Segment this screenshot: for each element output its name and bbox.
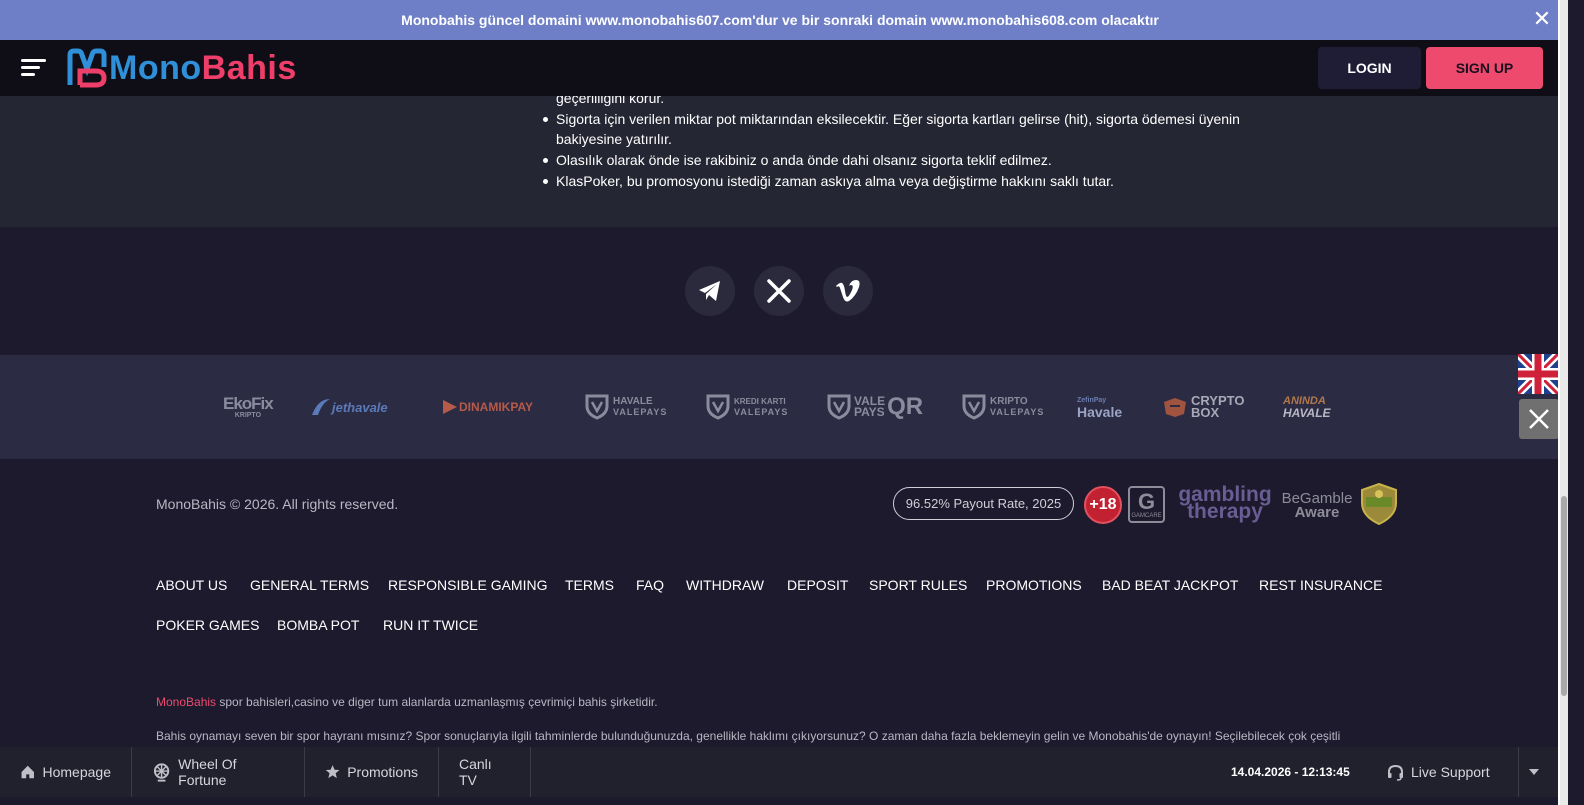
close-icon	[1529, 409, 1549, 429]
payment-zefinpay-havale: ZefinPay Havale	[1077, 396, 1123, 420]
payment-kredi-karti-valepays: KREDI KARTI VALEPAYS	[706, 392, 788, 422]
rule-item: KlasPoker, bu promosyonu istediği zaman …	[543, 171, 1296, 192]
rule-item: geçerliliğini korur.	[556, 96, 665, 106]
footer-link-terms[interactable]: TERMS	[565, 577, 614, 593]
logo[interactable]: MonoBahis	[66, 46, 297, 90]
gambling-therapy-logo[interactable]: gambling therapy	[1177, 484, 1273, 522]
wheel-icon	[153, 763, 170, 782]
valepays-shield-icon	[585, 394, 609, 420]
menu-icon[interactable]	[21, 57, 46, 79]
payment-kripto-valepays: KRIPTO VALEPAYS	[962, 392, 1044, 422]
age-restriction-badge: +18	[1084, 486, 1122, 524]
bottom-nav-homepage[interactable]: Homepage	[0, 747, 132, 797]
bottom-nav-wheel-of-fortune[interactable]: Wheel Of Fortune	[132, 747, 305, 797]
headset-icon	[1388, 764, 1403, 781]
copyright-text: MonoBahis © 2026. All rights reserved.	[156, 496, 399, 512]
telegram-button[interactable]	[685, 266, 735, 316]
footer-link-about-us[interactable]: ABOUT US	[156, 577, 227, 593]
rules-list: geçerliliğini korur. Sigorta için verile…	[543, 96, 1296, 192]
about-text-paragraph: Bahis oynamayı seven bir spor hayranı mı…	[156, 729, 1341, 743]
star-icon	[325, 765, 340, 779]
logo-text: MonoBahis	[109, 48, 297, 87]
footer-link-withdraw[interactable]: WITHDRAW	[686, 577, 764, 593]
signup-button[interactable]: SIGN UP	[1426, 47, 1543, 89]
license-seal-icon[interactable]	[1360, 483, 1398, 525]
payment-jethavale: jethavale	[310, 392, 388, 422]
x-button[interactable]	[754, 266, 804, 316]
gamcare-logo[interactable]: G GAMCARE	[1128, 486, 1165, 523]
footer-link-bomba-pot[interactable]: BOMBA POT	[277, 617, 359, 633]
vimeo-button[interactable]	[823, 266, 873, 316]
rule-item: Sigorta için verilen miktar pot miktarın…	[543, 109, 1296, 150]
vimeo-icon	[836, 280, 860, 302]
payment-methods: EkoFix KRIPTO jethavale DINAMIKPAY HAVAL…	[0, 355, 1560, 459]
scrollbar-thumb[interactable]	[1561, 496, 1567, 696]
footer-link-promotions[interactable]: PROMOTIONS	[986, 577, 1082, 593]
announcement-bar: Monobahis güncel domaini www.monobahis60…	[0, 0, 1560, 40]
telegram-icon	[699, 281, 720, 301]
payout-rate-badge: 96.52% Payout Rate, 2025	[893, 487, 1074, 520]
datetime-display: 14.04.2026 - 12:13:45	[1231, 765, 1350, 779]
crypto-box-icon	[1164, 398, 1186, 417]
footer-link-general-terms[interactable]: GENERAL TERMS	[250, 577, 369, 593]
promotion-content: geçerliliğini korur. Sigorta için verile…	[0, 96, 1560, 227]
valepays-shield-icon	[962, 394, 986, 420]
payment-valepays-qr: VALE PAYS QR	[827, 392, 923, 422]
announcement-text: Monobahis güncel domaini www.monobahis60…	[401, 12, 1159, 28]
caret-down-icon	[1528, 769, 1539, 775]
dinamikpay-icon	[443, 400, 457, 414]
home-icon	[21, 765, 34, 779]
footer-link-deposit[interactable]: DEPOSIT	[787, 577, 848, 593]
language-flag-icon[interactable]	[1518, 354, 1558, 394]
begambleaware-logo[interactable]: BeGamble Aware	[1281, 491, 1353, 520]
footer-link-sport-rules[interactable]: SPORT RULES	[869, 577, 967, 593]
payment-ekofix: EkoFix KRIPTO	[223, 393, 274, 419]
bottom-nav-bar: Homepage Wheel Of Fortune Promotions Can…	[0, 747, 1560, 797]
footer-link-faq[interactable]: FAQ	[636, 577, 664, 593]
payment-crypto-box: CRYPTO BOX	[1162, 392, 1244, 422]
payment-dinamikpay: DINAMIKPAY	[441, 392, 533, 422]
site-footer: MonoBahis © 2026. All rights reserved. 9…	[0, 459, 1560, 747]
payment-havale-valepays: HAVALE VALEPAYS	[585, 392, 667, 422]
social-section	[0, 227, 1560, 355]
footer-link-rest-insurance[interactable]: REST INSURANCE	[1259, 577, 1382, 593]
side-panel-close-button[interactable]	[1519, 399, 1559, 439]
live-support-button[interactable]: Live Support	[1386, 747, 1490, 797]
jethavale-icon	[312, 399, 330, 415]
about-brand-link[interactable]: MonoBahis	[156, 695, 216, 709]
bottom-bar-toggle-button[interactable]	[1518, 747, 1548, 797]
announcement-close-button[interactable]: ✕	[1532, 8, 1552, 30]
rule-item: Olasılık olarak önde ise rakibiniz o and…	[543, 150, 1296, 171]
footer-link-poker-games[interactable]: POKER GAMES	[156, 617, 259, 633]
login-button[interactable]: LOGIN	[1318, 47, 1421, 89]
x-icon	[767, 279, 791, 303]
footer-link-bad-beat-jackpot[interactable]: BAD BEAT JACKPOT	[1102, 577, 1238, 593]
bottom-nav-promotions[interactable]: Promotions	[305, 747, 439, 797]
footer-link-responsible-gaming[interactable]: RESPONSIBLE GAMING	[388, 577, 547, 593]
valepays-shield-icon	[827, 394, 851, 420]
valepays-shield-icon	[706, 394, 730, 420]
site-header: MonoBahis LOGIN SIGN UP	[0, 40, 1560, 96]
payment-aninda-havale: ANINDA HAVALE	[1283, 394, 1331, 420]
about-text: MonoBahis spor bahisleri,casino ve diger…	[156, 695, 658, 709]
footer-link-run-it-twice[interactable]: RUN IT TWICE	[383, 617, 478, 633]
logo-mark-icon	[67, 48, 107, 88]
bottom-nav-canli-tv[interactable]: Canlı TV	[439, 747, 531, 797]
